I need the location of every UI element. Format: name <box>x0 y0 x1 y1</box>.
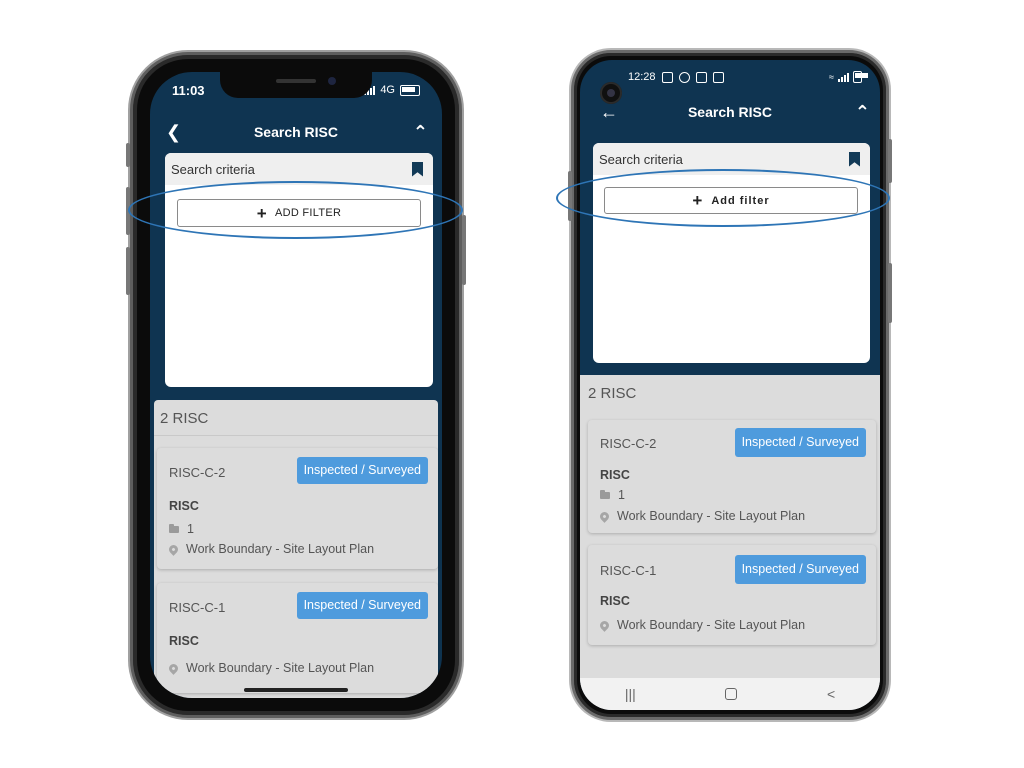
status-bar-right: 4G <box>364 84 420 96</box>
location-pin-icon <box>167 542 180 556</box>
collapse-chevron-icon[interactable]: ⌃ <box>855 103 870 121</box>
folder-icon <box>600 489 610 499</box>
search-criteria-label: Search criteria <box>171 161 255 177</box>
page-title: Search RISC <box>253 124 339 140</box>
status-time: 12:28 <box>628 71 656 83</box>
plus-icon: + <box>692 191 704 210</box>
location-row: Work Boundary - Site Layout Plan <box>167 542 375 556</box>
card-id: RISC-C-1 <box>169 600 226 615</box>
bixby-button <box>888 263 892 323</box>
folder-icon <box>169 523 179 533</box>
notification-icon <box>678 71 690 83</box>
status-bar-left: 12:28 <box>628 71 724 83</box>
bookmark-icon[interactable] <box>412 161 423 177</box>
search-criteria-label: Search criteria <box>599 151 683 167</box>
card-id: RISC-C-2 <box>600 436 657 451</box>
card-type: RISC <box>600 594 630 608</box>
card-type: RISC <box>169 499 199 513</box>
battery-icon <box>400 84 420 96</box>
front-camera <box>328 77 336 85</box>
results-list: 2 RISC RISC-C-2 Inspected / Surveyed RIS… <box>580 375 880 710</box>
collapse-chevron-icon[interactable]: ⌃ <box>413 123 428 141</box>
status-badge: Inspected / Surveyed <box>296 457 428 484</box>
home-button[interactable] <box>725 688 738 700</box>
signal-icon <box>838 72 849 82</box>
page-title: Search RISC <box>687 104 773 120</box>
iphone-screen: 11:03 4G ❮ Search RISC ⌃ Search criteria… <box>150 72 442 698</box>
add-filter-button[interactable]: + Add filter <box>604 187 858 214</box>
home-indicator[interactable] <box>244 688 348 692</box>
location-row: Work Boundary - Site Layout Plan <box>167 661 375 675</box>
recents-button[interactable]: ||| <box>625 686 636 702</box>
risc-card[interactable]: RISC-C-2 Inspected / Surveyed RISC 1 Wor… <box>157 448 438 569</box>
risc-card[interactable]: RISC-C-2 Inspected / Surveyed RISC 1 Wor… <box>588 420 876 533</box>
location-pin-icon <box>167 661 180 675</box>
iphone-device: 11:03 4G ❮ Search RISC ⌃ Search criteria… <box>126 52 466 718</box>
folder-row: 1 <box>600 488 625 502</box>
location-text: Work Boundary - Site Layout Plan <box>186 542 375 556</box>
folder-count: 1 <box>618 488 625 502</box>
app-header: ← Search RISC ⌃ <box>580 94 880 130</box>
notification-icon <box>661 71 673 83</box>
power-button <box>888 139 892 183</box>
app-header: ❮ Search RISC ⌃ <box>150 112 442 152</box>
mail-icon <box>695 71 707 83</box>
android-device: 12:28 ≈ ← Search RISC ⌃ Search criteria … <box>568 50 892 720</box>
mute-switch <box>126 143 130 167</box>
location-text: Work Boundary - Site Layout Plan <box>186 661 375 675</box>
speaker <box>276 79 316 83</box>
add-filter-button[interactable]: + ADD FILTER <box>177 199 421 227</box>
back-arrow-icon[interactable]: ← <box>600 103 618 121</box>
status-bar-right: ≈ <box>829 71 868 83</box>
battery-icon <box>853 71 868 83</box>
power-button <box>462 215 466 285</box>
wifi-icon: ≈ <box>829 72 834 82</box>
search-criteria-header: Search criteria <box>165 153 433 185</box>
back-chevron-icon[interactable]: ❮ <box>166 123 181 141</box>
add-filter-label: Add filter <box>711 194 770 207</box>
volume-down-button <box>126 247 130 295</box>
status-badge: Inspected / Surveyed <box>296 592 428 619</box>
volume-button <box>568 171 572 221</box>
status-time: 11:03 <box>172 83 205 98</box>
risc-card[interactable]: RISC-C-1 Inspected / Surveyed RISC Work … <box>588 545 876 645</box>
search-criteria-header: Search criteria <box>593 143 870 175</box>
location-text: Work Boundary - Site Layout Plan <box>617 618 806 632</box>
divider <box>154 435 438 436</box>
card-type: RISC <box>169 634 199 648</box>
volume-up-button <box>126 187 130 235</box>
network-type: 4G <box>380 84 395 96</box>
back-button[interactable]: < <box>827 686 835 702</box>
status-badge: Inspected / Surveyed <box>734 555 866 584</box>
location-row: Work Boundary - Site Layout Plan <box>598 509 806 523</box>
front-camera <box>600 82 622 104</box>
results-count: 2 RISC <box>160 410 209 427</box>
folder-row: 1 <box>169 522 194 536</box>
card-type: RISC <box>600 468 630 482</box>
location-text: Work Boundary - Site Layout Plan <box>617 509 806 523</box>
plus-icon: + <box>256 203 267 223</box>
notch <box>220 72 372 98</box>
search-criteria-panel: Search criteria + Add filter <box>593 143 870 363</box>
android-nav-bar: ||| < <box>580 678 880 710</box>
bookmark-icon[interactable] <box>849 151 860 167</box>
risc-card[interactable]: RISC-C-1 Inspected / Surveyed RISC Work … <box>157 583 438 693</box>
image-icon <box>712 71 724 83</box>
location-row: Work Boundary - Site Layout Plan <box>598 618 806 632</box>
folder-count: 1 <box>187 522 194 536</box>
results-count: 2 RISC <box>588 385 637 402</box>
add-filter-label: ADD FILTER <box>274 207 342 219</box>
search-criteria-panel: Search criteria + ADD FILTER <box>165 153 433 387</box>
location-pin-icon <box>598 509 611 523</box>
results-list: 2 RISC RISC-C-2 Inspected / Surveyed RIS… <box>154 400 438 698</box>
location-pin-icon <box>598 618 611 632</box>
card-id: RISC-C-2 <box>169 465 226 480</box>
status-badge: Inspected / Surveyed <box>734 428 866 457</box>
card-id: RISC-C-1 <box>600 563 657 578</box>
android-screen: 12:28 ≈ ← Search RISC ⌃ Search criteria … <box>580 60 880 710</box>
